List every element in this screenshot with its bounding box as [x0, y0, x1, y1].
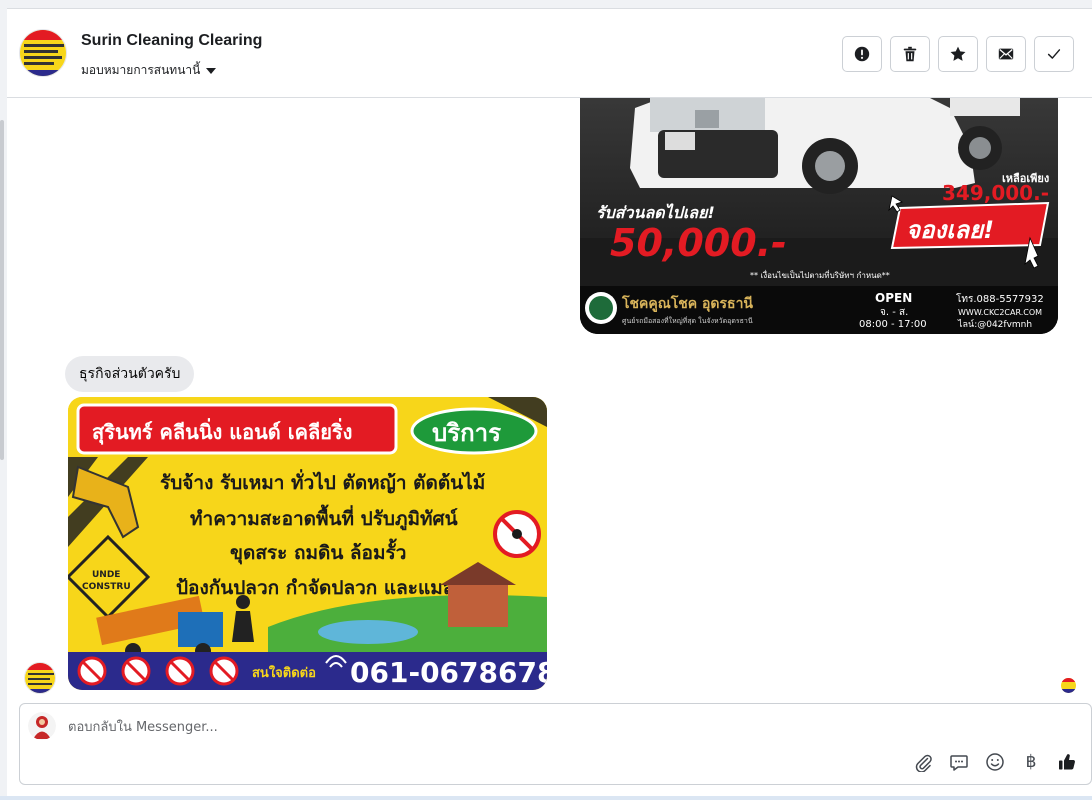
trash-icon: [903, 46, 917, 62]
dealer-sub: ศูนย์รถมือสองที่ใหญ่ที่สุด ในจังหวัดอุดร…: [622, 316, 753, 325]
check-icon: [1047, 49, 1061, 59]
sender-avatar[interactable]: [24, 662, 56, 694]
service-line-2: ทำความสะอาดพื้นที่ ปรับภูมิทัศน์: [190, 504, 458, 531]
baht-icon: ฿: [1025, 752, 1037, 772]
service-line-3: ขุดสระ ถมดิน ล้อมรั้ว: [230, 538, 406, 565]
delete-button[interactable]: [890, 36, 930, 72]
dealer-name: โชคคูณโชค อุดรธานี: [621, 294, 753, 312]
conversation-header: Surin Cleaning Clearing มอบหมายการสนทนาน…: [7, 8, 1092, 98]
thumbs-up-icon: [1059, 754, 1075, 770]
service-line-1: รับจ้าง รับเหมา ทั่วไป ตัดหญ้า ตัดต้นไม้: [160, 469, 485, 494]
seen-indicator-avatar: [1061, 678, 1076, 693]
page-name[interactable]: Surin Cleaning Clearing: [81, 32, 262, 50]
emoji-button[interactable]: [983, 750, 1007, 774]
book-now-label: จองเลย!: [906, 216, 994, 244]
service-ad-image-message[interactable]: สุรินทร์ คลีนนิ่ง แอนด์ เคลียริ่ง บริการ…: [68, 397, 547, 690]
composer-tools: ฿: [911, 750, 1091, 774]
report-button[interactable]: [842, 36, 882, 72]
window-bottom-frame: [0, 796, 1092, 800]
envelope-icon: [998, 48, 1014, 60]
star-button[interactable]: [938, 36, 978, 72]
dealer-website: WWW.CKC2CAR.COM: [958, 308, 1042, 317]
reply-input[interactable]: [68, 716, 868, 738]
service-phone: 061-0678678: [350, 656, 547, 689]
mark-done-button[interactable]: [1034, 36, 1074, 72]
dealer-line: ไลน์:@042fvmnh: [957, 318, 1032, 330]
star-icon: [950, 46, 966, 61]
saved-replies-button[interactable]: [947, 750, 971, 774]
message-thread[interactable]: รับส่วนลดไปเลย! 50,000.- เหลือเพียง 349,…: [7, 98, 1092, 703]
open-days: จ. - ส.: [880, 307, 908, 318]
dealer-phone: โทร.088-5577932: [956, 292, 1044, 305]
page-avatar[interactable]: [19, 29, 67, 77]
car-price: 349,000.-: [942, 181, 1049, 205]
terms-text: ** เงื่อนไขเป็นไปตามที่บริษัทฯ กำหนด**: [750, 269, 890, 280]
current-user-avatar: [28, 712, 56, 740]
service-badge: บริการ: [432, 419, 501, 447]
window-top-frame: [0, 0, 1092, 8]
smiley-icon: [986, 753, 1004, 771]
service-title: สุรินทร์ คลีนนิ่ง แอนด์ เคลียริ่ง: [92, 417, 352, 445]
assign-conversation-dropdown[interactable]: มอบหมายการสนทนานี้: [81, 61, 217, 80]
left-scrollbar[interactable]: [0, 120, 4, 460]
paperclip-icon: [915, 754, 932, 772]
exclamation-circle-icon: [854, 46, 870, 62]
caret-down-icon: [206, 68, 217, 74]
mark-unread-button[interactable]: [986, 36, 1026, 72]
open-label: OPEN: [875, 291, 912, 305]
open-hours: 08:00 - 17:00: [859, 319, 927, 330]
discount-label: รับส่วนลดไปเลย!: [596, 203, 715, 222]
service-line-4: ป้องกันปลวก กำจัดปลวก และแมลง: [176, 577, 464, 599]
header-actions: [842, 36, 1074, 72]
sign-text-1: UNDE: [92, 570, 120, 580]
sign-text-2: CONSTRU: [82, 582, 131, 592]
reply-composer: ฿: [19, 703, 1092, 785]
like-button[interactable]: [1055, 750, 1079, 774]
contact-label: สนใจติดต่อ: [252, 664, 316, 681]
chat-bubble-icon: [950, 755, 968, 771]
assign-label: มอบหมายการสนทนานี้: [81, 63, 201, 77]
discount-amount: 50,000.-: [610, 221, 787, 265]
attach-button[interactable]: [911, 750, 935, 774]
car-ad-image-message[interactable]: รับส่วนลดไปเลย! 50,000.- เหลือเพียง 349,…: [580, 98, 1058, 334]
payment-button[interactable]: ฿: [1019, 750, 1043, 774]
message-bubble[interactable]: ธุรกิจส่วนตัวครับ: [65, 356, 195, 392]
